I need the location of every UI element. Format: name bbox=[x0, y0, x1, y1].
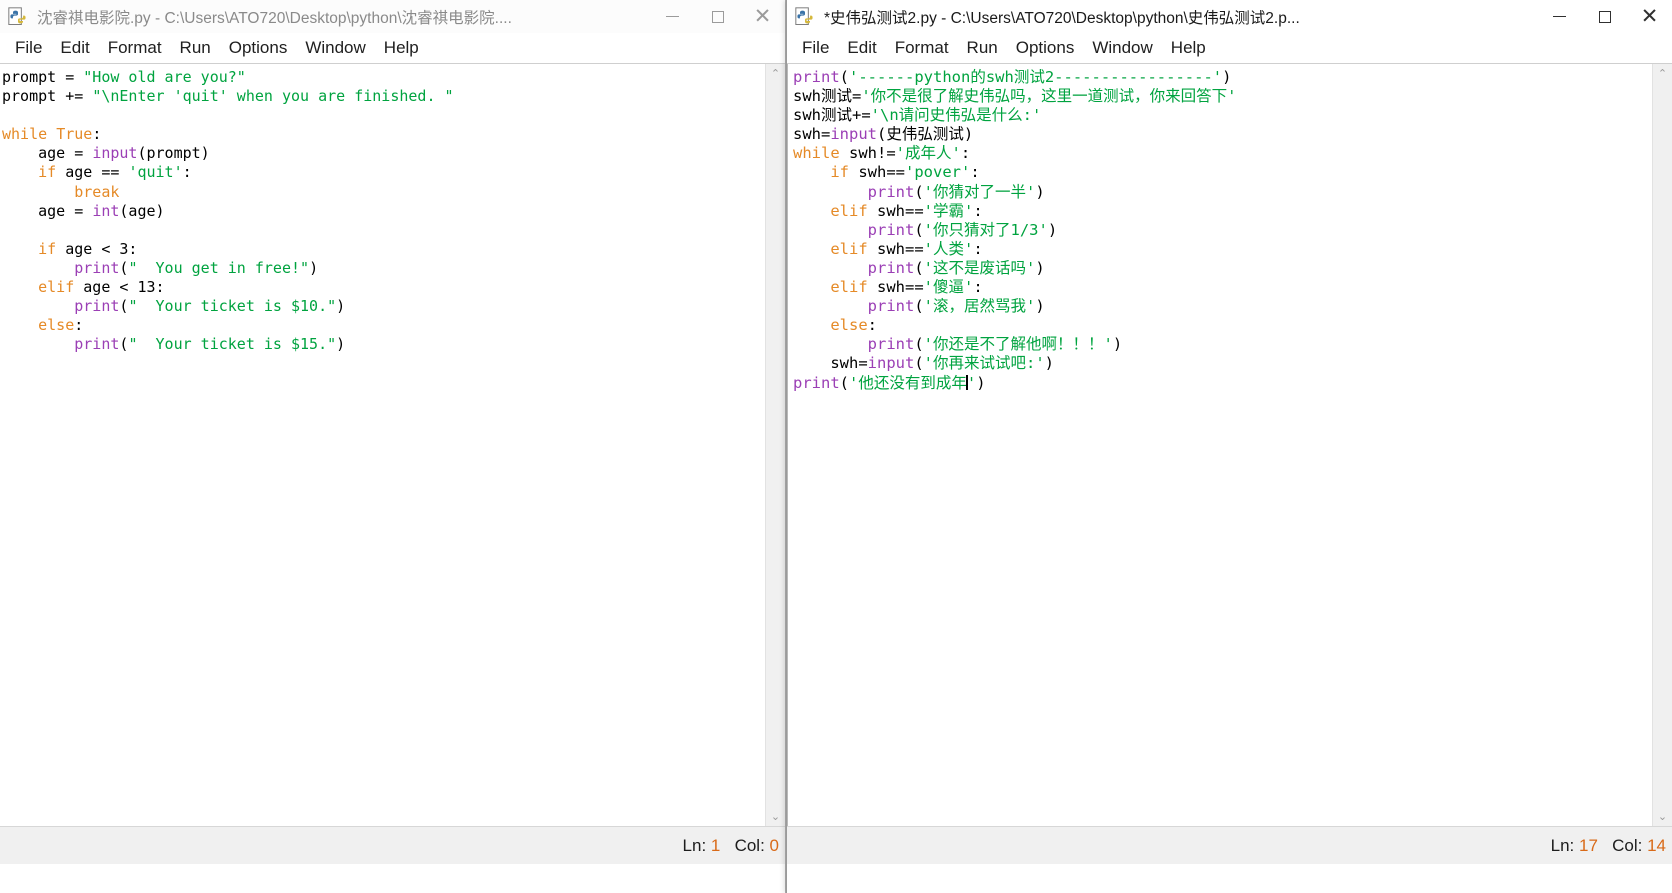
scroll-down-icon[interactable]: ⌄ bbox=[1653, 807, 1672, 826]
col-value-right: 14 bbox=[1647, 835, 1666, 855]
desktop: 沈睿祺电影院.py - C:\Users\ATO720\Desktop\pyth… bbox=[0, 0, 1672, 893]
code-editor-right[interactable]: print('------python的swh测试2--------------… bbox=[787, 64, 1652, 826]
idle-window-left[interactable]: 沈睿祺电影院.py - C:\Users\ATO720\Desktop\pyth… bbox=[0, 0, 786, 893]
code-editor-left[interactable]: prompt = "How old are you?" prompt += "\… bbox=[0, 64, 765, 826]
idle-window-right[interactable]: *史伟弘测试2.py - C:\Users\ATO720\Desktop\pyt… bbox=[786, 0, 1672, 893]
ln-label-right: Ln: bbox=[1550, 835, 1575, 855]
python-idle-icon bbox=[8, 6, 30, 28]
menu-item-format[interactable]: Format bbox=[99, 33, 171, 63]
source-code-left: prompt = "How old are you?" prompt += "\… bbox=[2, 68, 454, 354]
caption-buttons-right: ✕ bbox=[1537, 0, 1672, 33]
menu-item-options[interactable]: Options bbox=[1007, 33, 1084, 63]
vertical-scrollbar-left[interactable]: ⌃ ⌄ bbox=[765, 64, 785, 826]
col-label-right: Col: bbox=[1612, 835, 1643, 855]
scroll-down-icon[interactable]: ⌄ bbox=[766, 807, 785, 826]
python-idle-icon bbox=[795, 6, 817, 28]
menu-item-window[interactable]: Window bbox=[296, 33, 374, 63]
menubar-left[interactable]: File Edit Format Run Options Window Help bbox=[0, 33, 785, 64]
close-button-left[interactable]: ✕ bbox=[740, 0, 785, 33]
col-label-left: Col: bbox=[734, 835, 765, 855]
menu-item-help[interactable]: Help bbox=[1162, 33, 1215, 63]
line-col-indicator-left: Ln: 1 Col: 0 bbox=[683, 836, 779, 856]
window-title-left: 沈睿祺电影院.py - C:\Users\ATO720\Desktop\pyth… bbox=[37, 9, 512, 27]
editor-area-left[interactable]: prompt = "How old are you?" prompt += "\… bbox=[0, 64, 785, 826]
col-value-left: 0 bbox=[769, 835, 779, 855]
maximize-button-left[interactable] bbox=[695, 0, 740, 33]
menu-item-edit[interactable]: Edit bbox=[838, 33, 885, 63]
caption-buttons-left: ✕ bbox=[650, 0, 785, 33]
statusbar-right: Ln: 17 Col: 14 bbox=[787, 826, 1672, 864]
menubar-right[interactable]: File Edit Format Run Options Window Help bbox=[787, 33, 1672, 64]
scroll-track-right[interactable] bbox=[1653, 83, 1672, 807]
scroll-track-left[interactable] bbox=[766, 83, 785, 807]
line-col-indicator-right: Ln: 17 Col: 14 bbox=[1551, 836, 1666, 856]
maximize-button-right[interactable] bbox=[1582, 0, 1627, 33]
editor-area-right[interactable]: print('------python的swh测试2--------------… bbox=[787, 64, 1672, 826]
minimize-button-right[interactable] bbox=[1537, 0, 1582, 33]
close-button-right[interactable]: ✕ bbox=[1627, 0, 1672, 33]
menu-item-format[interactable]: Format bbox=[886, 33, 958, 63]
menu-item-run[interactable]: Run bbox=[958, 33, 1007, 63]
menu-item-options[interactable]: Options bbox=[220, 33, 297, 63]
scroll-up-icon[interactable]: ⌃ bbox=[766, 64, 785, 83]
menu-item-file[interactable]: File bbox=[6, 33, 51, 63]
statusbar-left: Ln: 1 Col: 0 bbox=[0, 826, 785, 864]
ln-label-left: Ln: bbox=[682, 835, 707, 855]
menu-item-run[interactable]: Run bbox=[171, 33, 220, 63]
menu-item-file[interactable]: File bbox=[793, 33, 838, 63]
titlebar-left[interactable]: 沈睿祺电影院.py - C:\Users\ATO720\Desktop\pyth… bbox=[0, 0, 785, 33]
minimize-button-left[interactable] bbox=[650, 0, 695, 33]
scroll-up-icon[interactable]: ⌃ bbox=[1653, 64, 1672, 83]
menu-item-edit[interactable]: Edit bbox=[51, 33, 98, 63]
ln-value-right: 17 bbox=[1579, 835, 1598, 855]
menu-item-window[interactable]: Window bbox=[1083, 33, 1161, 63]
menu-item-help[interactable]: Help bbox=[375, 33, 428, 63]
vertical-scrollbar-right[interactable]: ⌃ ⌄ bbox=[1652, 64, 1672, 826]
titlebar-right[interactable]: *史伟弘测试2.py - C:\Users\ATO720\Desktop\pyt… bbox=[787, 0, 1672, 33]
window-title-right: *史伟弘测试2.py - C:\Users\ATO720\Desktop\pyt… bbox=[824, 9, 1300, 27]
ln-value-left: 1 bbox=[710, 835, 721, 855]
source-code-right: print('------python的swh测试2--------------… bbox=[793, 68, 1237, 392]
